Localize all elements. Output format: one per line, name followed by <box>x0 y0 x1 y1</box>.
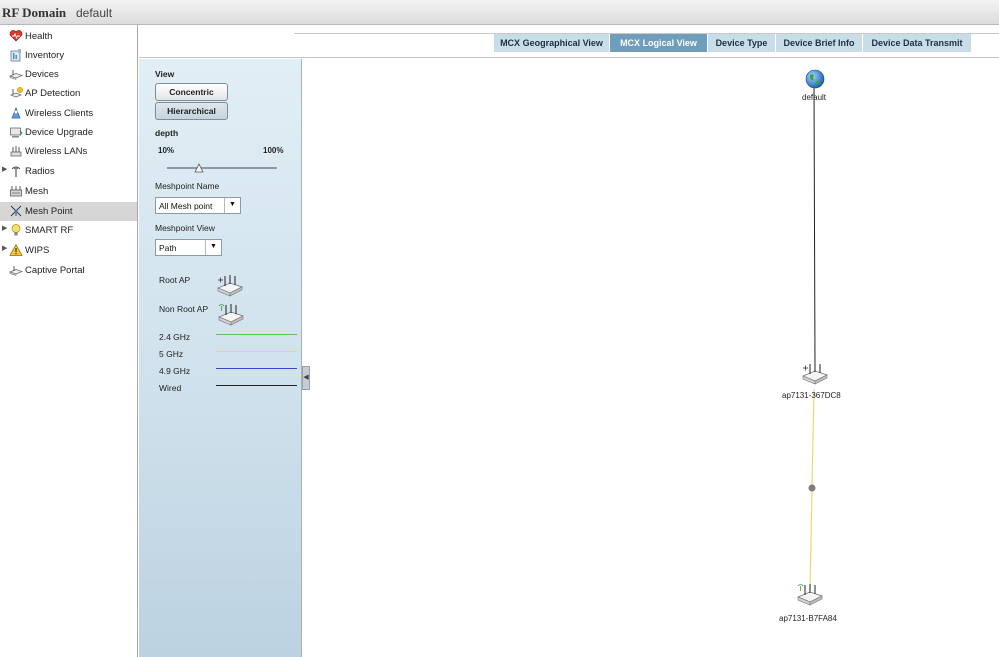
captive-portal-icon <box>9 266 23 276</box>
mesh-icon <box>10 186 22 197</box>
devices-icon <box>9 70 23 80</box>
hierarchical-button[interactable]: Hierarchical <box>155 102 228 120</box>
sidebar-item-label: Radios <box>25 166 55 177</box>
expand-arrow-icon[interactable]: ▶ <box>2 224 7 232</box>
sidebar-item-label: Wireless Clients <box>25 108 94 119</box>
sidebar-item-health[interactable]: Health <box>0 27 137 46</box>
sidebar-item-label: Mesh <box>25 186 49 197</box>
sidebar-item-label: Devices <box>25 69 59 80</box>
root-ap-icon <box>216 275 244 297</box>
tab-mcx-logical-view[interactable]: MCX Logical View <box>610 34 708 52</box>
meshpoint-view-label: Meshpoint View <box>155 223 215 233</box>
legend-band-label: 2.4 GHz <box>159 332 191 342</box>
sidebar-item-label: Device Upgrade <box>25 127 94 138</box>
wips-icon <box>9 243 23 256</box>
sidebar-item-smart-rf[interactable]: ▶ SMART RF <box>0 221 137 240</box>
smart-rf-icon <box>11 224 21 236</box>
tab-device-brief-info[interactable]: Device Brief Info <box>776 34 863 52</box>
sidebar-item-label: Wireless LANs <box>25 146 88 157</box>
expand-arrow-icon[interactable]: ▶ <box>2 244 7 252</box>
chevron-down-icon[interactable]: ▼ <box>224 198 240 213</box>
topology-links <box>808 84 816 590</box>
meshpoint-name-select[interactable]: All Mesh point ▼ <box>155 197 241 214</box>
sidebar-item-mesh[interactable]: Mesh <box>0 182 137 201</box>
health-icon <box>9 30 23 42</box>
legend-band-label: 5 GHz <box>159 349 184 359</box>
tab-mcx-geographical-view[interactable]: MCX Geographical View <box>494 34 610 52</box>
page-title: RF Domain <box>2 5 67 20</box>
expand-arrow-icon[interactable]: ▶ <box>2 165 7 173</box>
sidebar-item-label: WIPS <box>25 245 50 256</box>
root-node-label: default <box>802 93 827 102</box>
chevron-down-icon[interactable]: ▼ <box>205 240 221 255</box>
legend-line-2-4ghz <box>216 334 297 335</box>
topology-canvas: default ap7131-367DC8 ap7131-B7FA84 <box>310 59 999 657</box>
sidebar-item-radios[interactable]: ▶ Radios <box>0 162 137 181</box>
wireless-lans-icon <box>10 146 22 157</box>
sidebar-nav: Health Inventory Devices AP Detection Wi… <box>0 25 138 657</box>
wireless-clients-icon <box>11 107 21 119</box>
radios-icon <box>11 166 21 177</box>
meshpoint-view-value: Path <box>159 243 177 253</box>
globe-icon[interactable] <box>805 69 825 89</box>
legend-line-wired <box>216 385 297 386</box>
sidebar-item-label: SMART RF <box>25 225 74 236</box>
title-bar: RF Domain default <box>0 0 999 25</box>
wired-link <box>813 84 816 370</box>
sidebar-item-wips[interactable]: ▶ WIPS <box>0 241 137 260</box>
depth-label: depth <box>155 128 179 138</box>
tab-device-type[interactable]: Device Type <box>708 34 776 52</box>
sidebar-item-label: Health <box>25 31 53 42</box>
legend-non-root-ap-label: Non Root AP <box>159 304 209 314</box>
rf-domain-name: default <box>76 6 113 20</box>
sidebar-item-device-upgrade[interactable]: Device Upgrade <box>0 123 137 142</box>
non-root-ap-node-icon[interactable] <box>795 582 825 608</box>
tab-device-data-transmit[interactable]: Device Data Transmit <box>863 34 972 52</box>
legend-band-label: Wired <box>159 383 182 393</box>
meshpoint-name-label: Meshpoint Name <box>155 181 220 191</box>
legend-line-4-9ghz <box>216 368 297 369</box>
depth-max-label: 100% <box>263 146 284 155</box>
view-tab-strip: MCX Geographical View MCX Logical View D… <box>139 25 999 58</box>
depth-slider-track[interactable] <box>167 167 277 169</box>
view-options-panel: View Concentric Hierarchical depth 10% 1… <box>139 59 302 657</box>
sidebar-item-captive-portal[interactable]: Captive Portal <box>0 261 137 280</box>
non-root-ap-icon <box>217 304 245 326</box>
legend-line-5ghz <box>216 351 297 352</box>
sidebar-item-inventory[interactable]: Inventory <box>0 46 137 65</box>
inventory-icon <box>10 49 21 62</box>
device-upgrade-icon <box>10 127 23 138</box>
mesh-point-icon <box>10 205 22 217</box>
link-midpoint-marker[interactable] <box>808 484 816 492</box>
non-root-ap-node-label: ap7131-B7FA84 <box>779 614 837 623</box>
view-label: View <box>155 69 175 79</box>
sidebar-item-ap-detection[interactable]: AP Detection <box>0 84 137 103</box>
legend-root-ap-label: Root AP <box>159 275 191 285</box>
depth-min-label: 10% <box>158 146 175 155</box>
root-ap-node-label: ap7131-367DC8 <box>782 391 841 400</box>
sidebar-item-label: Mesh Point <box>25 206 73 217</box>
sidebar-item-mesh-point[interactable]: Mesh Point <box>0 202 137 221</box>
sidebar-item-label: Inventory <box>25 50 65 61</box>
meshpoint-name-value: All Mesh point <box>159 201 213 211</box>
collapse-panel-handle[interactable]: ◀ <box>302 366 310 390</box>
root-ap-node-icon[interactable] <box>800 361 830 387</box>
ap-detection-icon <box>10 87 23 98</box>
sidebar-item-label: AP Detection <box>25 88 81 99</box>
meshpoint-view-select[interactable]: Path ▼ <box>155 239 222 256</box>
sidebar-item-wireless-lans[interactable]: Wireless LANs <box>0 142 137 161</box>
concentric-button[interactable]: Concentric <box>155 83 228 101</box>
sidebar-item-devices[interactable]: Devices <box>0 65 137 84</box>
legend-band-label: 4.9 GHz <box>159 366 191 376</box>
sidebar-item-wireless-clients[interactable]: Wireless Clients <box>0 104 137 123</box>
depth-slider-thumb[interactable] <box>194 163 204 173</box>
sidebar-item-label: Captive Portal <box>25 265 85 276</box>
